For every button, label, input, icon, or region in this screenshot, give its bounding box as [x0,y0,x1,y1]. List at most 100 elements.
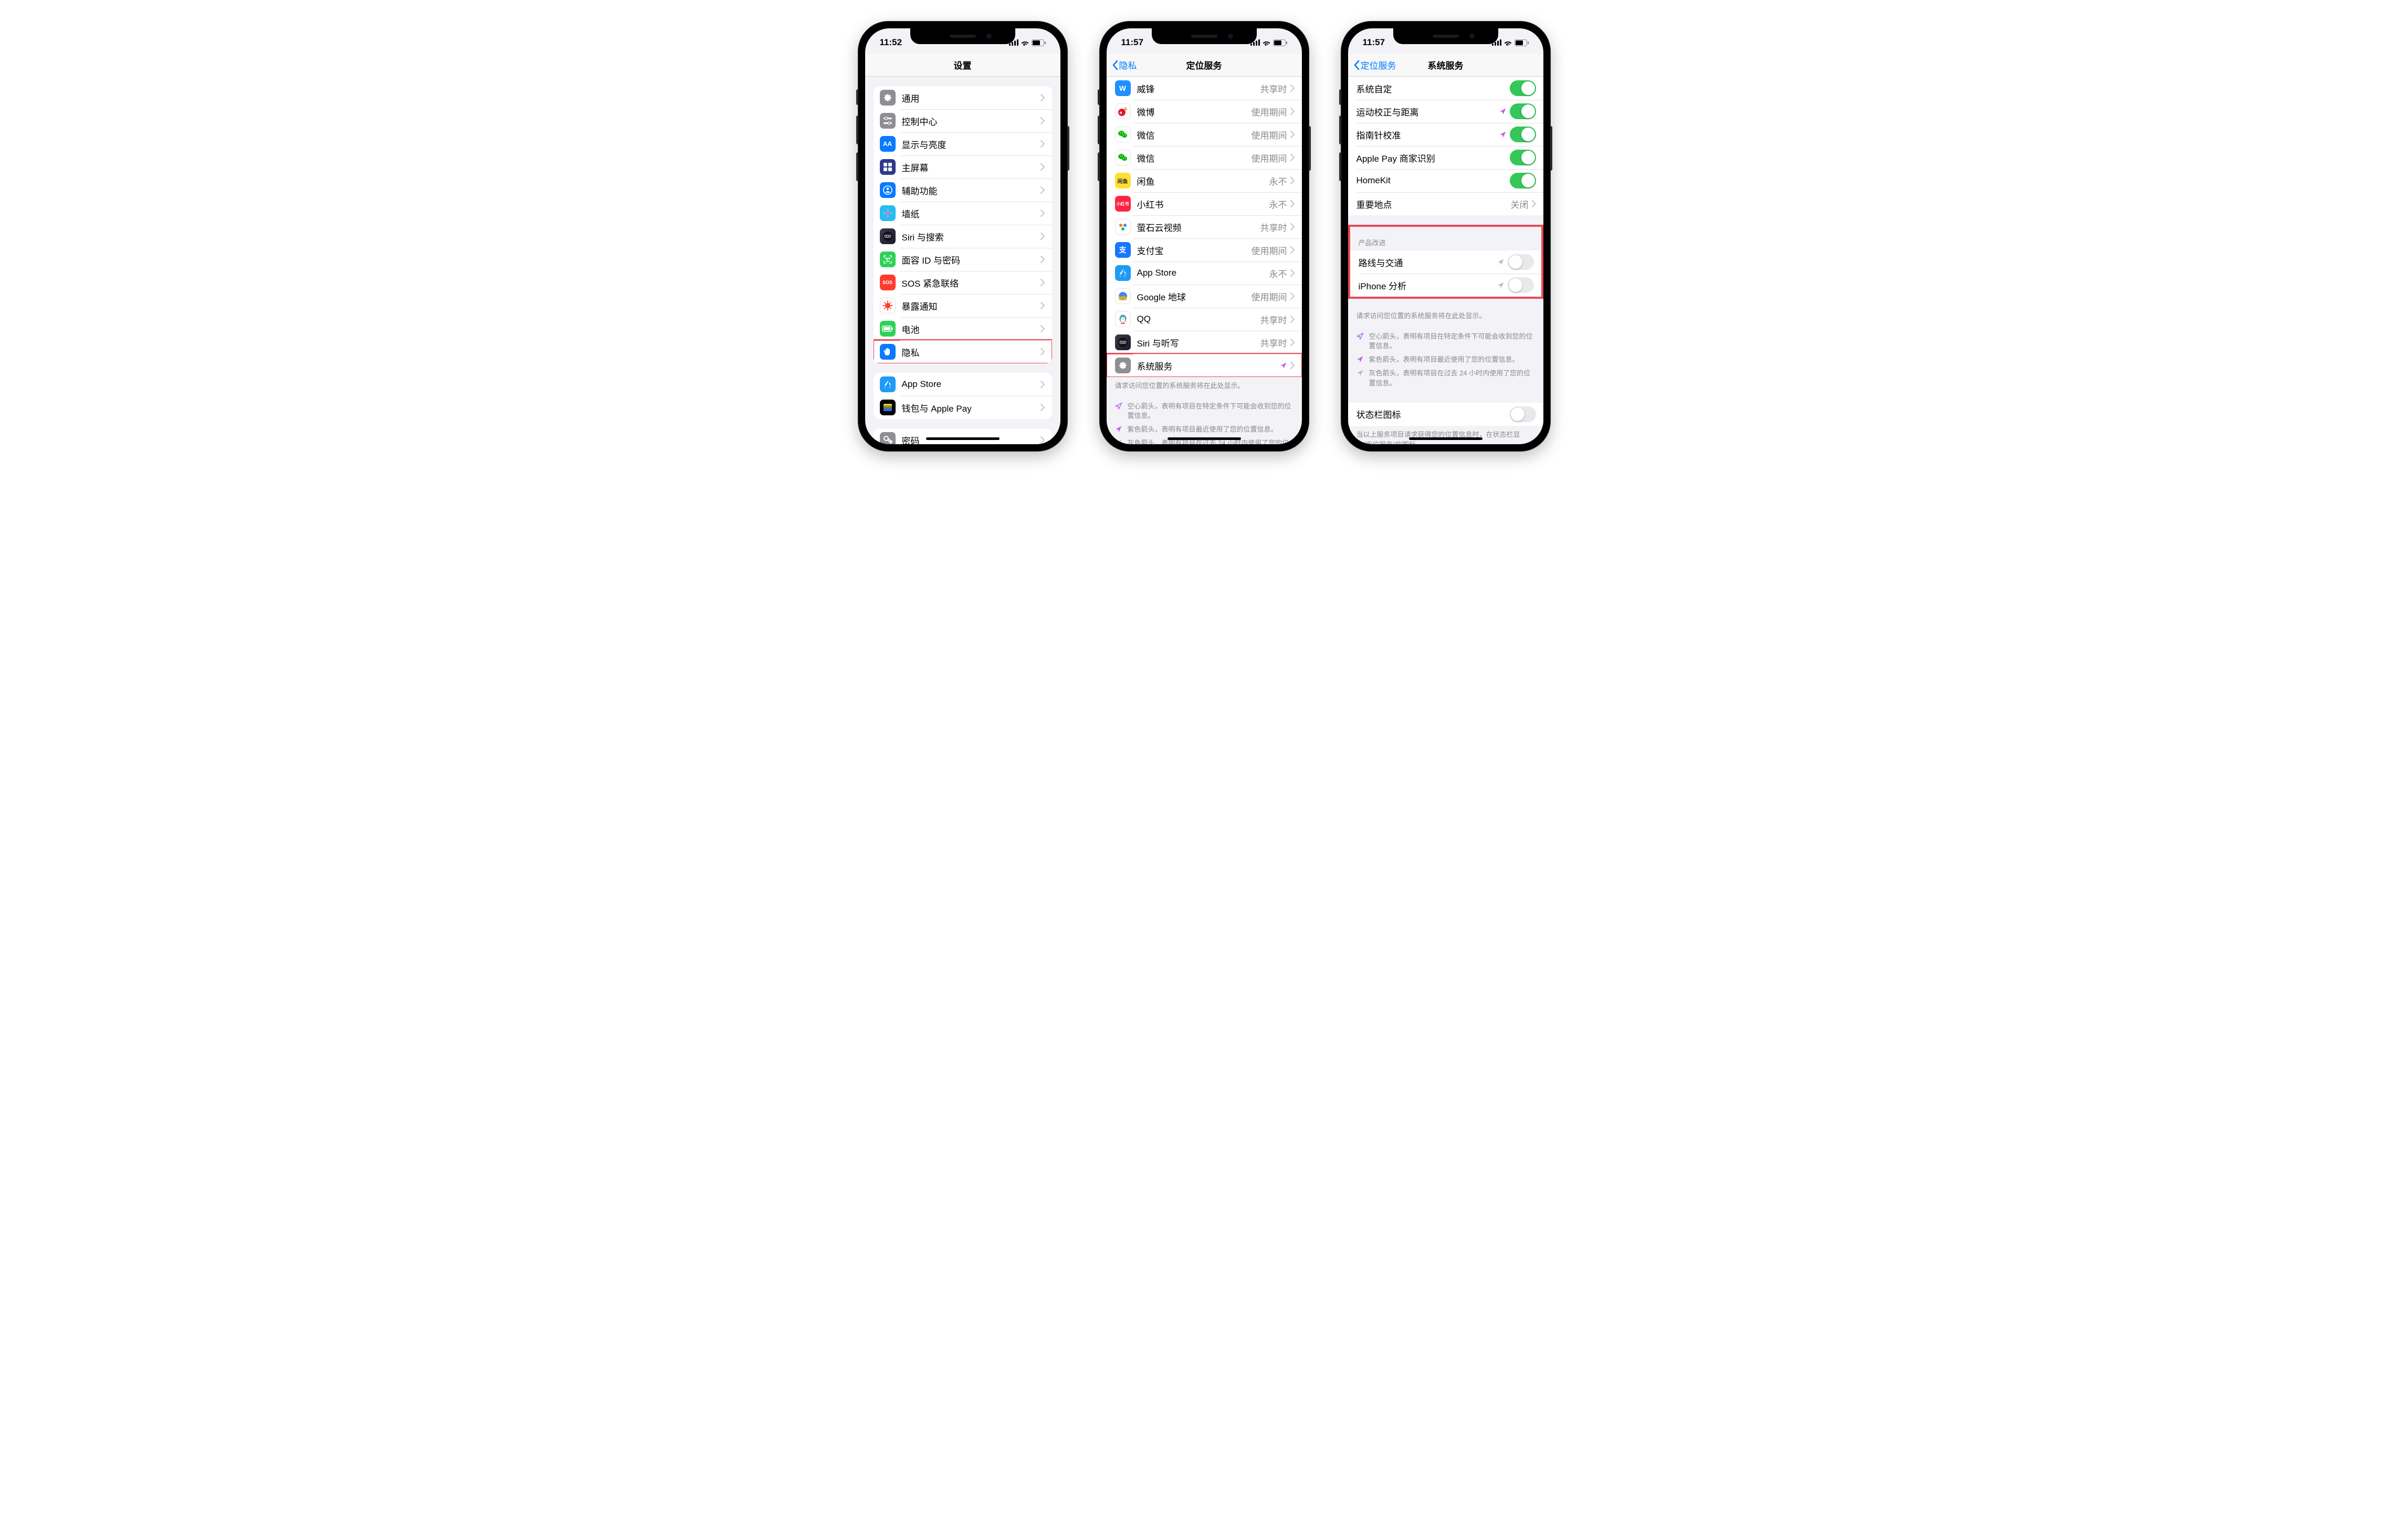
wifi-icon [1503,39,1512,46]
settings-row-exposure[interactable]: 暴露通知 [874,294,1052,317]
app-row-weibo[interactable]: 微博使用期间 [1107,100,1302,123]
chevron-right-icon [1040,348,1045,355]
settings-row-siri[interactable]: Siri 与搜索 [874,225,1052,248]
sysserv-group-product: 路线与交通iPhone 分析 [1350,250,1541,297]
legend-row: 灰色箭头，表明有项目在过去 24 小时内使用了您的位置信息。 [1357,366,1535,390]
home-indicator[interactable] [926,437,1000,440]
home-indicator[interactable] [1168,437,1241,440]
app-row-alipay[interactable]: 支支付宝使用期间 [1107,238,1302,261]
settings-row-battery[interactable]: 电池 [874,317,1052,340]
settings-group-2: App Store钱包与 Apple Pay [874,373,1052,419]
settings-row-appstore[interactable]: App Store [874,373,1052,396]
location-arrow-icon [1497,281,1505,289]
sysserv-row-system-custom[interactable]: 系统自定 [1348,77,1543,100]
appstore-icon [880,376,896,392]
app-row-weifeng[interactable]: W威锋共享时 [1107,77,1302,100]
app-label: 小红书 [1137,197,1269,211]
legend-row: 空心箭头，表明有项目在特定条件下可能会收到您的位置信息。 [1357,330,1535,353]
wallpaper-icon [880,205,896,221]
app-row-wechat2[interactable]: 微信使用期间 [1107,146,1302,169]
app-row-wechat1[interactable]: 微信使用期间 [1107,123,1302,146]
app-label: 闲鱼 [1137,174,1269,187]
phone-triptych: 11:52 设置 通用控制中心AA显示与亮度主屏幕辅助功能墙纸 Siri 与搜索面… [10,21,2398,452]
privacy-icon [880,344,896,360]
nav-bar: 定位服务 系统服务 [1348,54,1543,77]
settings-row-accessibility[interactable]: 辅助功能 [874,179,1052,202]
settings-row-home-screen[interactable]: 主屏幕 [874,155,1052,179]
status-time: 11:52 [880,37,902,48]
legend-row: 空心箭头，表明有项目在特定条件下可能会收到您的位置信息。 [1115,400,1294,423]
toggle-switch[interactable] [1510,80,1536,96]
chevron-right-icon [1290,154,1295,161]
app-permission-value: 使用期间 [1252,128,1287,141]
settings-row-general[interactable]: 通用 [874,86,1052,109]
sysserv-content[interactable]: 系统自定运动校正与距离指南针校准Apple Pay 商家识别HomeKit重要地… [1348,77,1543,444]
chevron-right-icon [1040,140,1045,148]
location-arrow-icon [1115,425,1122,433]
settings-row-sos[interactable]: SOS SOS 紧急联络 [874,271,1052,294]
toggle-switch[interactable] [1510,150,1536,165]
settings-row-control-center[interactable]: 控制中心 [874,109,1052,132]
legend-row: 紫色箭头，表明有项目最近使用了您的位置信息。 [1357,353,1535,366]
settings-row-display[interactable]: AA显示与亮度 [874,132,1052,155]
battery-icon [1032,39,1046,46]
settings-row-passwords[interactable]: 密码 [874,428,1052,444]
location-arrow-icon [1280,362,1287,369]
app-row-siridict[interactable]: Siri 与听写共享时 [1107,331,1302,354]
legend-text: 紫色箭头，表明有项目最近使用了您的位置信息。 [1128,425,1278,434]
sysserv-row-sigloc[interactable]: 重要地点关闭 [1348,192,1543,215]
row-value: 关闭 [1511,197,1529,211]
row-label: SOS 紧急联络 [902,276,1040,289]
sysserv-row-applepay[interactable]: Apple Pay 商家识别 [1348,146,1543,169]
nav-title: 定位服务 [1186,58,1222,71]
settings-row-wallet[interactable]: 钱包与 Apple Pay [874,396,1052,419]
back-button[interactable]: 隐私 [1112,58,1137,71]
app-label: 微博 [1137,105,1252,118]
chevron-right-icon [1040,117,1045,124]
accessibility-icon [880,182,896,198]
phone-location-services: 11:57 隐私 定位服务 W威锋共享时微博使用期间微信使用期间微信使用期间闲鱼… [1099,21,1309,452]
toggle-switch[interactable] [1508,277,1534,293]
app-row-appstore[interactable]: App Store永不 [1107,261,1302,285]
sysserv-row-homekit[interactable]: HomeKit [1348,169,1543,192]
row-label: 墙纸 [902,207,1040,220]
system-services-row[interactable]: 系统服务 [1107,354,1302,377]
sysserv-row-routing[interactable]: 路线与交通 [1350,250,1541,274]
app-row-googleearth[interactable]: Google 地球使用期间 [1107,285,1302,308]
toggle-switch[interactable] [1510,127,1536,142]
app-row-yingshi[interactable]: 萤石云视频共享时 [1107,215,1302,238]
toggle-switch[interactable] [1510,103,1536,119]
sysserv-row-iphone-analytics[interactable]: iPhone 分析 [1350,274,1541,297]
settings-row-privacy[interactable]: 隐私 [874,340,1052,363]
wallet-icon [880,400,896,415]
chevron-right-icon [1290,200,1295,207]
chevron-right-icon [1040,404,1045,411]
settings-row-faceid[interactable]: 面容 ID 与密码 [874,248,1052,271]
row-label: 通用 [902,91,1040,104]
sysserv-row-motion[interactable]: 运动校正与距离 [1348,100,1543,123]
app-row-xianyu[interactable]: 闲鱼闲鱼永不 [1107,169,1302,192]
row-label: 重要地点 [1357,197,1511,211]
siridict-app-icon [1115,334,1131,350]
location-arrow-icon [1357,369,1364,376]
location-content[interactable]: W威锋共享时微博使用期间微信使用期间微信使用期间闲鱼闲鱼永不小红书小红书永不萤石… [1107,77,1302,444]
settings-row-wallpaper[interactable]: 墙纸 [874,202,1052,225]
sysserv-row-status-icon[interactable]: 状态栏图标 [1348,403,1543,426]
app-row-xiaohongshu[interactable]: 小红书小红书永不 [1107,192,1302,215]
home-screen-icon [880,159,896,175]
app-row-qq[interactable]: QQ共享时 [1107,308,1302,331]
sos-icon: SOS [880,275,896,290]
row-label: 辅助功能 [902,184,1040,197]
toggle-switch[interactable] [1510,173,1536,188]
home-indicator[interactable] [1409,437,1482,440]
wechat1-app-icon [1115,127,1131,142]
back-button[interactable]: 定位服务 [1353,58,1396,71]
toggle-switch[interactable] [1508,254,1534,270]
settings-content[interactable]: 通用控制中心AA显示与亮度主屏幕辅助功能墙纸Siri 与搜索面容 ID 与密码S… [865,77,1060,444]
sysserv-row-compass[interactable]: 指南针校准 [1348,123,1543,146]
chevron-right-icon [1290,339,1295,346]
app-label: App Store [1137,268,1269,278]
toggle-switch[interactable] [1510,406,1536,422]
nav-title: 设置 [954,58,972,71]
chevron-right-icon [1040,279,1045,286]
